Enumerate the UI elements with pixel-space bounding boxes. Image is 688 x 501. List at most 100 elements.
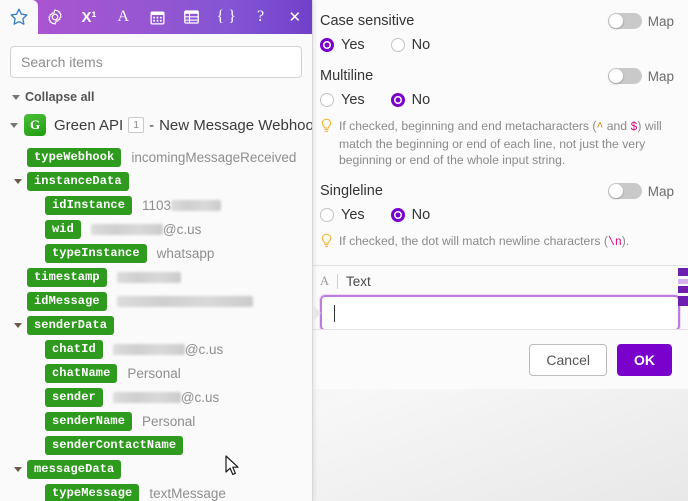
lightbulb-icon	[320, 118, 333, 134]
toolbar-code-button[interactable]: { }	[209, 0, 243, 34]
close-icon: ✕	[289, 8, 302, 27]
field-row-case-sensitive: Case sensitive Map	[320, 0, 674, 30]
toolbar-close-button[interactable]: ✕	[278, 0, 312, 34]
radio-indicator-selected[interactable]	[391, 93, 405, 107]
radio-option-multiline-yes[interactable]: Yes	[320, 92, 365, 108]
toolbar-calendar-button[interactable]	[140, 0, 174, 34]
tree-indent-spacer	[32, 349, 40, 350]
tree-row[interactable]: typeMessagetextMessage	[0, 482, 312, 501]
tree-key-chip[interactable]: typeMessage	[45, 484, 139, 501]
ok-button[interactable]: OK	[617, 344, 672, 376]
hint-text: If checked, the dot will match newline c…	[339, 233, 629, 251]
toggle-switch[interactable]	[608, 183, 642, 199]
toggle-switch[interactable]	[608, 68, 642, 84]
tree-key-chip[interactable]: senderContactName	[45, 436, 183, 455]
tree-key-chip[interactable]: idInstance	[45, 196, 132, 215]
tree-key-chip[interactable]: messageData	[27, 460, 121, 479]
chevron-down-icon[interactable]	[14, 179, 22, 184]
toolbar-text-format-button[interactable]: A	[106, 0, 140, 34]
tree-row[interactable]: timestamp	[0, 266, 312, 288]
tree-row[interactable]: senderContactName	[0, 434, 312, 456]
tree-row[interactable]: chatName Personal	[0, 362, 312, 384]
toggle-switch[interactable]	[608, 13, 642, 29]
tree-row[interactable]: wid@c.us	[0, 218, 312, 240]
chevron-down-icon[interactable]	[10, 123, 18, 128]
cancel-button[interactable]: Cancel	[529, 344, 607, 376]
collapse-all-button[interactable]: Collapse all	[0, 78, 312, 108]
root-separator: -	[149, 117, 154, 134]
tree-key-chip[interactable]: idMessage	[27, 292, 107, 311]
map-toggle-multiline[interactable]: Map	[608, 68, 674, 84]
toggle-knob	[609, 69, 623, 83]
text-input[interactable]	[320, 295, 680, 329]
tree-row[interactable]: typeWebhook incomingMessageReceived	[0, 146, 312, 168]
radio-option-multiline-no[interactable]: No	[391, 92, 431, 108]
tree-row[interactable]: sender@c.us	[0, 386, 312, 408]
search-input[interactable]	[10, 46, 302, 78]
radio-option-case-sensitive-no[interactable]: No	[391, 37, 431, 53]
tree-key-chip[interactable]: wid	[45, 220, 81, 239]
chevron-down-icon[interactable]	[14, 467, 22, 472]
radio-group-multiline: Yes No	[320, 85, 674, 110]
tree-row[interactable]: senderNamePersonal	[0, 410, 312, 432]
radio-indicator[interactable]	[391, 38, 405, 52]
radio-option-singleline-no[interactable]: No	[391, 207, 431, 223]
tree-indent-spacer	[32, 253, 40, 254]
radio-label: Yes	[341, 207, 365, 223]
radio-indicator[interactable]	[320, 208, 334, 222]
tree-row[interactable]: typeInstance whatsapp	[0, 242, 312, 264]
tree-key-chip[interactable]: senderData	[27, 316, 114, 335]
tree-value: incomingMessageReceived	[131, 150, 296, 165]
tree-value: @c.us	[113, 342, 223, 357]
tree-row[interactable]: chatId @c.us	[0, 338, 312, 360]
tree-row[interactable]: instanceData	[0, 170, 312, 192]
hint-singleline: If checked, the dot will match newline c…	[320, 225, 674, 253]
radio-indicator-selected[interactable]	[320, 38, 334, 52]
toggle-knob	[609, 184, 623, 198]
toolbar-gear-button[interactable]	[38, 0, 72, 34]
field-row-singleline: Singleline Map	[320, 170, 674, 200]
tree-row[interactable]: idInstance1103	[0, 194, 312, 216]
field-label-case-sensitive: Case sensitive	[320, 12, 414, 30]
screen-root: Case sensitive Map Yes No Multiline	[0, 0, 688, 501]
root-app-name: Green API	[54, 117, 123, 134]
tree-key-chip[interactable]: typeWebhook	[27, 148, 121, 167]
toolbar-table-button[interactable]	[175, 0, 209, 34]
radio-option-case-sensitive-yes[interactable]: Yes	[320, 37, 365, 53]
tree-key-chip[interactable]: chatId	[45, 340, 103, 359]
vertical-separator	[337, 274, 338, 289]
toolbar-help-button[interactable]: ?	[243, 0, 277, 34]
radio-label: Yes	[341, 37, 365, 53]
tree-row[interactable]: senderData	[0, 314, 312, 336]
radio-indicator-selected[interactable]	[391, 208, 405, 222]
tree-row[interactable]: idMessage	[0, 290, 312, 312]
tree-key-chip[interactable]: timestamp	[27, 268, 107, 287]
tree-indent-spacer	[32, 205, 40, 206]
map-toggle-case-sensitive[interactable]: Map	[608, 13, 674, 29]
root-event-name: New Message Webhook	[159, 117, 313, 134]
map-toggle-singleline[interactable]: Map	[608, 183, 674, 199]
map-label: Map	[648, 69, 674, 84]
tree-value: whatsapp	[157, 246, 215, 261]
radio-option-singleline-yes[interactable]: Yes	[320, 207, 365, 223]
tree-row[interactable]: messageData	[0, 458, 312, 480]
lightbulb-icon	[320, 233, 333, 249]
gear-icon	[46, 8, 64, 26]
tab-favorites[interactable]	[0, 0, 38, 34]
calendar-icon	[149, 9, 166, 26]
green-api-icon: G	[24, 114, 46, 136]
help-icon: ?	[257, 8, 264, 26]
tree-value: Personal	[127, 366, 180, 381]
toolbar-superscript-button[interactable]: X¹	[72, 0, 106, 34]
text-field-label: Text	[346, 274, 371, 289]
chevron-down-icon[interactable]	[14, 323, 22, 328]
radio-label: No	[412, 207, 431, 223]
chevron-down-icon	[12, 95, 20, 100]
tree-root-row[interactable]: G Green API 1 - New Message Webhook	[0, 114, 312, 136]
tree-key-chip[interactable]: typeInstance	[45, 244, 147, 263]
tree-key-chip[interactable]: senderName	[45, 412, 132, 431]
tree-key-chip[interactable]: sender	[45, 388, 103, 407]
tree-key-chip[interactable]: chatName	[45, 364, 117, 383]
tree-key-chip[interactable]: instanceData	[27, 172, 129, 191]
radio-indicator[interactable]	[320, 93, 334, 107]
